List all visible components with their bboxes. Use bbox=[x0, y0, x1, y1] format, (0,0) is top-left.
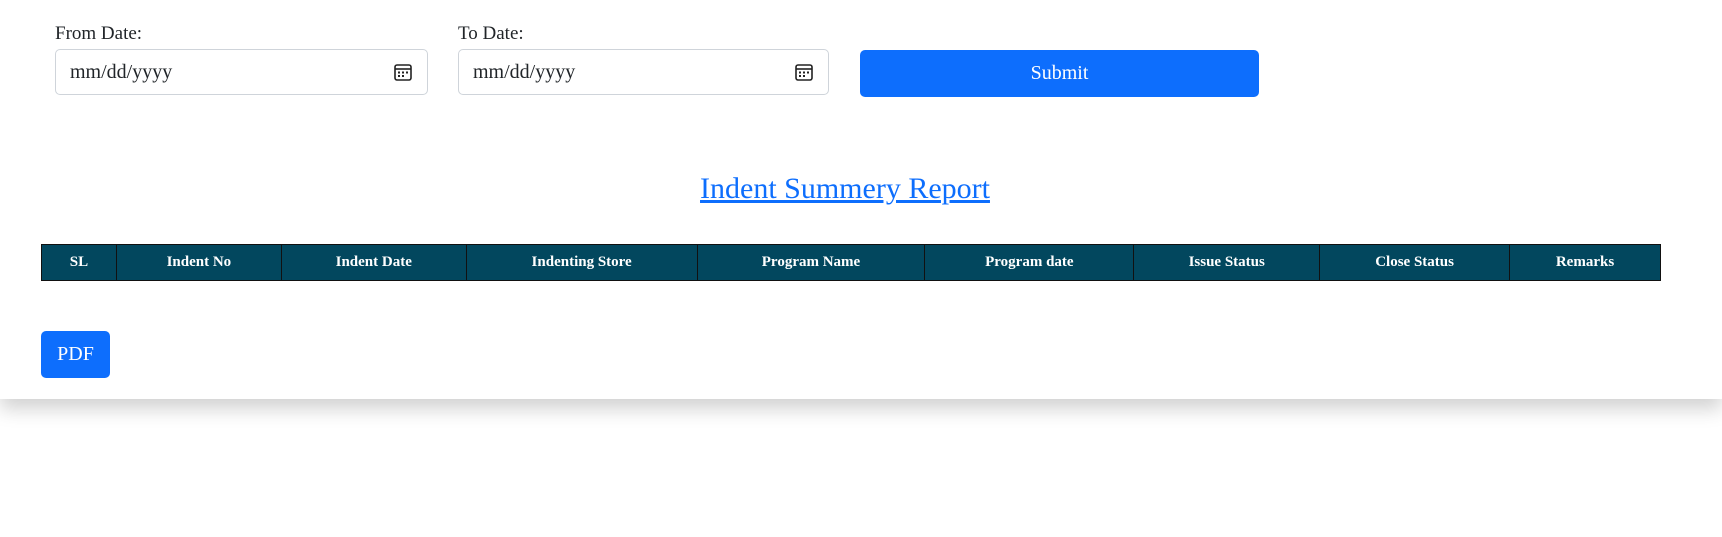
from-date-label: From Date: bbox=[55, 23, 143, 44]
col-header-program-date[interactable]: Program date bbox=[924, 244, 1135, 281]
to-date-label: To Date: bbox=[458, 23, 524, 44]
to-date-value: mm/dd/yyyy bbox=[473, 60, 576, 83]
from-date-value: mm/dd/yyyy bbox=[70, 60, 173, 83]
calendar-icon[interactable] bbox=[393, 62, 413, 82]
col-header-indenting-store[interactable]: Indenting Store bbox=[465, 244, 698, 281]
report-title-link[interactable]: Indent Summery Report bbox=[700, 172, 990, 205]
table-header-row: SL Indent No Indent Date Indenting Store… bbox=[41, 244, 1661, 281]
pdf-button[interactable]: PDF bbox=[41, 331, 110, 378]
col-header-program-name[interactable]: Program Name bbox=[696, 244, 926, 281]
col-header-indent-no[interactable]: Indent No bbox=[115, 244, 282, 281]
col-header-close-status[interactable]: Close Status bbox=[1319, 244, 1511, 281]
col-header-sl[interactable]: SL bbox=[41, 244, 117, 281]
report-table: SL Indent No Indent Date Indenting Store… bbox=[41, 244, 1661, 281]
report-card: From Date: mm/dd/yyyy To Date: mm/dd/yyy… bbox=[0, 0, 1722, 399]
report-title: Indent Summery Report bbox=[0, 172, 1690, 206]
submit-button[interactable]: Submit bbox=[860, 50, 1259, 97]
calendar-icon[interactable] bbox=[794, 62, 814, 82]
col-header-issue-status[interactable]: Issue Status bbox=[1133, 244, 1321, 281]
col-header-remarks[interactable]: Remarks bbox=[1509, 244, 1661, 281]
col-header-indent-date[interactable]: Indent Date bbox=[280, 244, 467, 281]
to-date-input[interactable]: mm/dd/yyyy bbox=[458, 49, 829, 95]
from-date-input[interactable]: mm/dd/yyyy bbox=[55, 49, 428, 95]
